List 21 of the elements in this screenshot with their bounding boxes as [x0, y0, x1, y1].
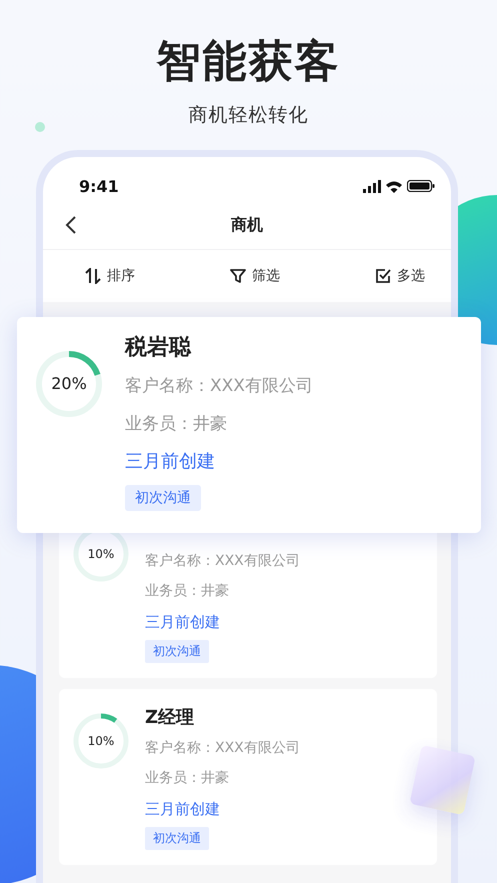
- contact-name: 税岩聪: [125, 334, 191, 362]
- subtitle: 商机轻松转化: [188, 103, 308, 128]
- headline: 智能获客: [156, 35, 340, 89]
- created-time: 三月前创建: [125, 450, 215, 474]
- customer-name: 客户名称：XXX有限公司: [145, 739, 300, 758]
- customer-name: 客户名称：XXX有限公司: [125, 375, 313, 398]
- created-time: 三月前创建: [145, 799, 220, 820]
- customer-name: 客户名称：XXX有限公司: [145, 552, 300, 571]
- page-title: 商机: [231, 214, 263, 236]
- stage-tag: 初次沟通: [145, 640, 209, 663]
- progress-percent: 10%: [88, 548, 114, 560]
- salesperson: 业务员：井豪: [145, 582, 229, 601]
- salesperson: 业务员：井豪: [145, 769, 229, 788]
- stage-tag: 初次沟通: [125, 485, 201, 511]
- salesperson: 业务员：井豪: [125, 413, 227, 436]
- status-time: 9:41: [79, 176, 119, 196]
- progress-percent: 10%: [88, 735, 114, 747]
- created-time: 三月前创建: [145, 612, 220, 633]
- stage-tag: 初次沟通: [145, 827, 209, 850]
- progress-percent: 20%: [51, 376, 87, 392]
- contact-name: Z经理: [145, 706, 194, 730]
